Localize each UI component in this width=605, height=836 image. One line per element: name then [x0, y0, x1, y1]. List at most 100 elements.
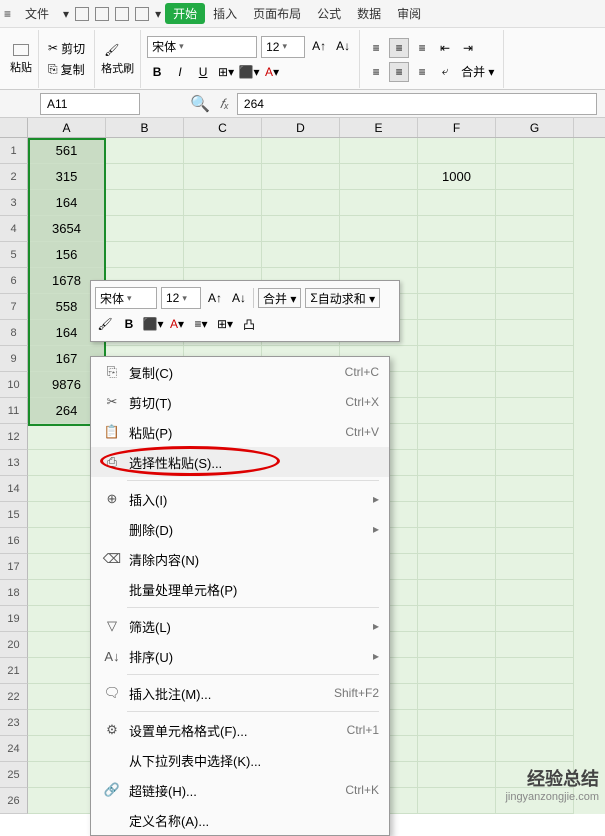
- mini-autosum-button[interactable]: Σ 自动求和 ▾: [305, 288, 380, 308]
- menu-file[interactable]: 文件: [17, 5, 57, 22]
- cell[interactable]: [496, 346, 574, 372]
- col-header-D[interactable]: D: [262, 118, 340, 137]
- cell[interactable]: [418, 476, 496, 502]
- cell[interactable]: [418, 216, 496, 242]
- decrease-font-icon[interactable]: A↓: [333, 36, 353, 56]
- format-painter-button[interactable]: 🖌: [101, 42, 134, 58]
- cell[interactable]: 315: [28, 164, 106, 190]
- cell[interactable]: [418, 398, 496, 424]
- tab-data[interactable]: 数据: [349, 5, 389, 22]
- mini-format[interactable]: 凸: [239, 314, 259, 334]
- cell[interactable]: [496, 424, 574, 450]
- align-center-icon[interactable]: ≡: [389, 62, 409, 82]
- cell[interactable]: [496, 216, 574, 242]
- cell[interactable]: [496, 372, 574, 398]
- fill-color-button[interactable]: ⬛▾: [239, 62, 259, 82]
- row-header[interactable]: 4: [0, 216, 28, 242]
- cell[interactable]: [106, 138, 184, 164]
- cell[interactable]: [496, 294, 574, 320]
- cell[interactable]: [496, 554, 574, 580]
- cm-clear[interactable]: ⌫清除内容(N): [91, 544, 389, 574]
- icon-dd2[interactable]: ▾: [155, 7, 161, 21]
- mini-increase-font[interactable]: A↑: [205, 288, 225, 308]
- row-header[interactable]: 23: [0, 710, 28, 736]
- row-header[interactable]: 19: [0, 606, 28, 632]
- cm-insert[interactable]: ⊕插入(I)▸: [91, 484, 389, 514]
- col-header-F[interactable]: F: [418, 118, 496, 137]
- mini-bold[interactable]: B: [119, 314, 139, 334]
- row-header[interactable]: 16: [0, 528, 28, 554]
- cell[interactable]: [418, 606, 496, 632]
- cell[interactable]: [496, 658, 574, 684]
- cell[interactable]: [262, 216, 340, 242]
- cut-button[interactable]: ✂ 剪切: [45, 39, 88, 58]
- mini-font-select[interactable]: 宋体▾: [95, 287, 157, 309]
- undo-icon[interactable]: [95, 7, 109, 21]
- cell[interactable]: [106, 216, 184, 242]
- row-header[interactable]: 26: [0, 788, 28, 814]
- align-top-icon[interactable]: ≡: [366, 38, 386, 58]
- redo-icon[interactable]: [115, 7, 129, 21]
- copy-button[interactable]: ⎘ 复制: [45, 60, 88, 79]
- cell[interactable]: [496, 320, 574, 346]
- row-header[interactable]: 6: [0, 268, 28, 294]
- cell[interactable]: [184, 138, 262, 164]
- cm-paste[interactable]: 📋粘贴(P)Ctrl+V: [91, 417, 389, 447]
- bold-button[interactable]: B: [147, 62, 167, 82]
- cell[interactable]: [418, 658, 496, 684]
- cell[interactable]: [418, 294, 496, 320]
- mini-border[interactable]: ⊞▾: [215, 314, 235, 334]
- cell[interactable]: [340, 216, 418, 242]
- cell[interactable]: [418, 138, 496, 164]
- cm-delete[interactable]: 删除(D)▸: [91, 514, 389, 544]
- cell[interactable]: [496, 736, 574, 762]
- row-header[interactable]: 25: [0, 762, 28, 788]
- tab-review[interactable]: 审阅: [389, 5, 429, 22]
- row-header[interactable]: 14: [0, 476, 28, 502]
- save-icon[interactable]: [75, 7, 89, 21]
- cell[interactable]: [262, 190, 340, 216]
- col-header-B[interactable]: B: [106, 118, 184, 137]
- row-header[interactable]: 21: [0, 658, 28, 684]
- row-header[interactable]: 7: [0, 294, 28, 320]
- col-header-E[interactable]: E: [340, 118, 418, 137]
- italic-button[interactable]: I: [170, 62, 190, 82]
- merge-button[interactable]: 合并 ▾: [458, 62, 497, 81]
- formula-input[interactable]: 264: [237, 93, 597, 115]
- search-icon[interactable]: 🔍: [190, 94, 210, 114]
- paste-button[interactable]: [10, 43, 32, 57]
- row-header[interactable]: 22: [0, 684, 28, 710]
- cell[interactable]: [496, 268, 574, 294]
- align-bottom-icon[interactable]: ≡: [412, 38, 432, 58]
- cell[interactable]: [106, 164, 184, 190]
- cm-paste-special[interactable]: ⎙选择性粘贴(S)...: [91, 447, 389, 477]
- cell[interactable]: [418, 554, 496, 580]
- cell[interactable]: [418, 632, 496, 658]
- cell[interactable]: [418, 736, 496, 762]
- cell[interactable]: [106, 242, 184, 268]
- mini-fill-color[interactable]: ⬛▾: [143, 314, 163, 334]
- cell[interactable]: [262, 164, 340, 190]
- cell[interactable]: [496, 710, 574, 736]
- row-header[interactable]: 10: [0, 372, 28, 398]
- cm-batch[interactable]: 批量处理单元格(P): [91, 574, 389, 604]
- cell[interactable]: [418, 762, 496, 788]
- row-header[interactable]: 9: [0, 346, 28, 372]
- cell[interactable]: 1000: [418, 164, 496, 190]
- underline-button[interactable]: U: [193, 62, 213, 82]
- cell[interactable]: [184, 164, 262, 190]
- cell[interactable]: [340, 138, 418, 164]
- cm-copy[interactable]: ⎘复制(C)Ctrl+C: [91, 357, 389, 387]
- cell[interactable]: [496, 164, 574, 190]
- row-header[interactable]: 17: [0, 554, 28, 580]
- mini-size-select[interactable]: 12▾: [161, 287, 201, 309]
- cell[interactable]: [106, 190, 184, 216]
- cell[interactable]: 164: [28, 190, 106, 216]
- cell[interactable]: [496, 242, 574, 268]
- cell[interactable]: [418, 710, 496, 736]
- mini-decrease-font[interactable]: A↓: [229, 288, 249, 308]
- cell[interactable]: [418, 346, 496, 372]
- cell[interactable]: [418, 320, 496, 346]
- mini-format-painter[interactable]: 🖌: [95, 314, 115, 334]
- row-header[interactable]: 3: [0, 190, 28, 216]
